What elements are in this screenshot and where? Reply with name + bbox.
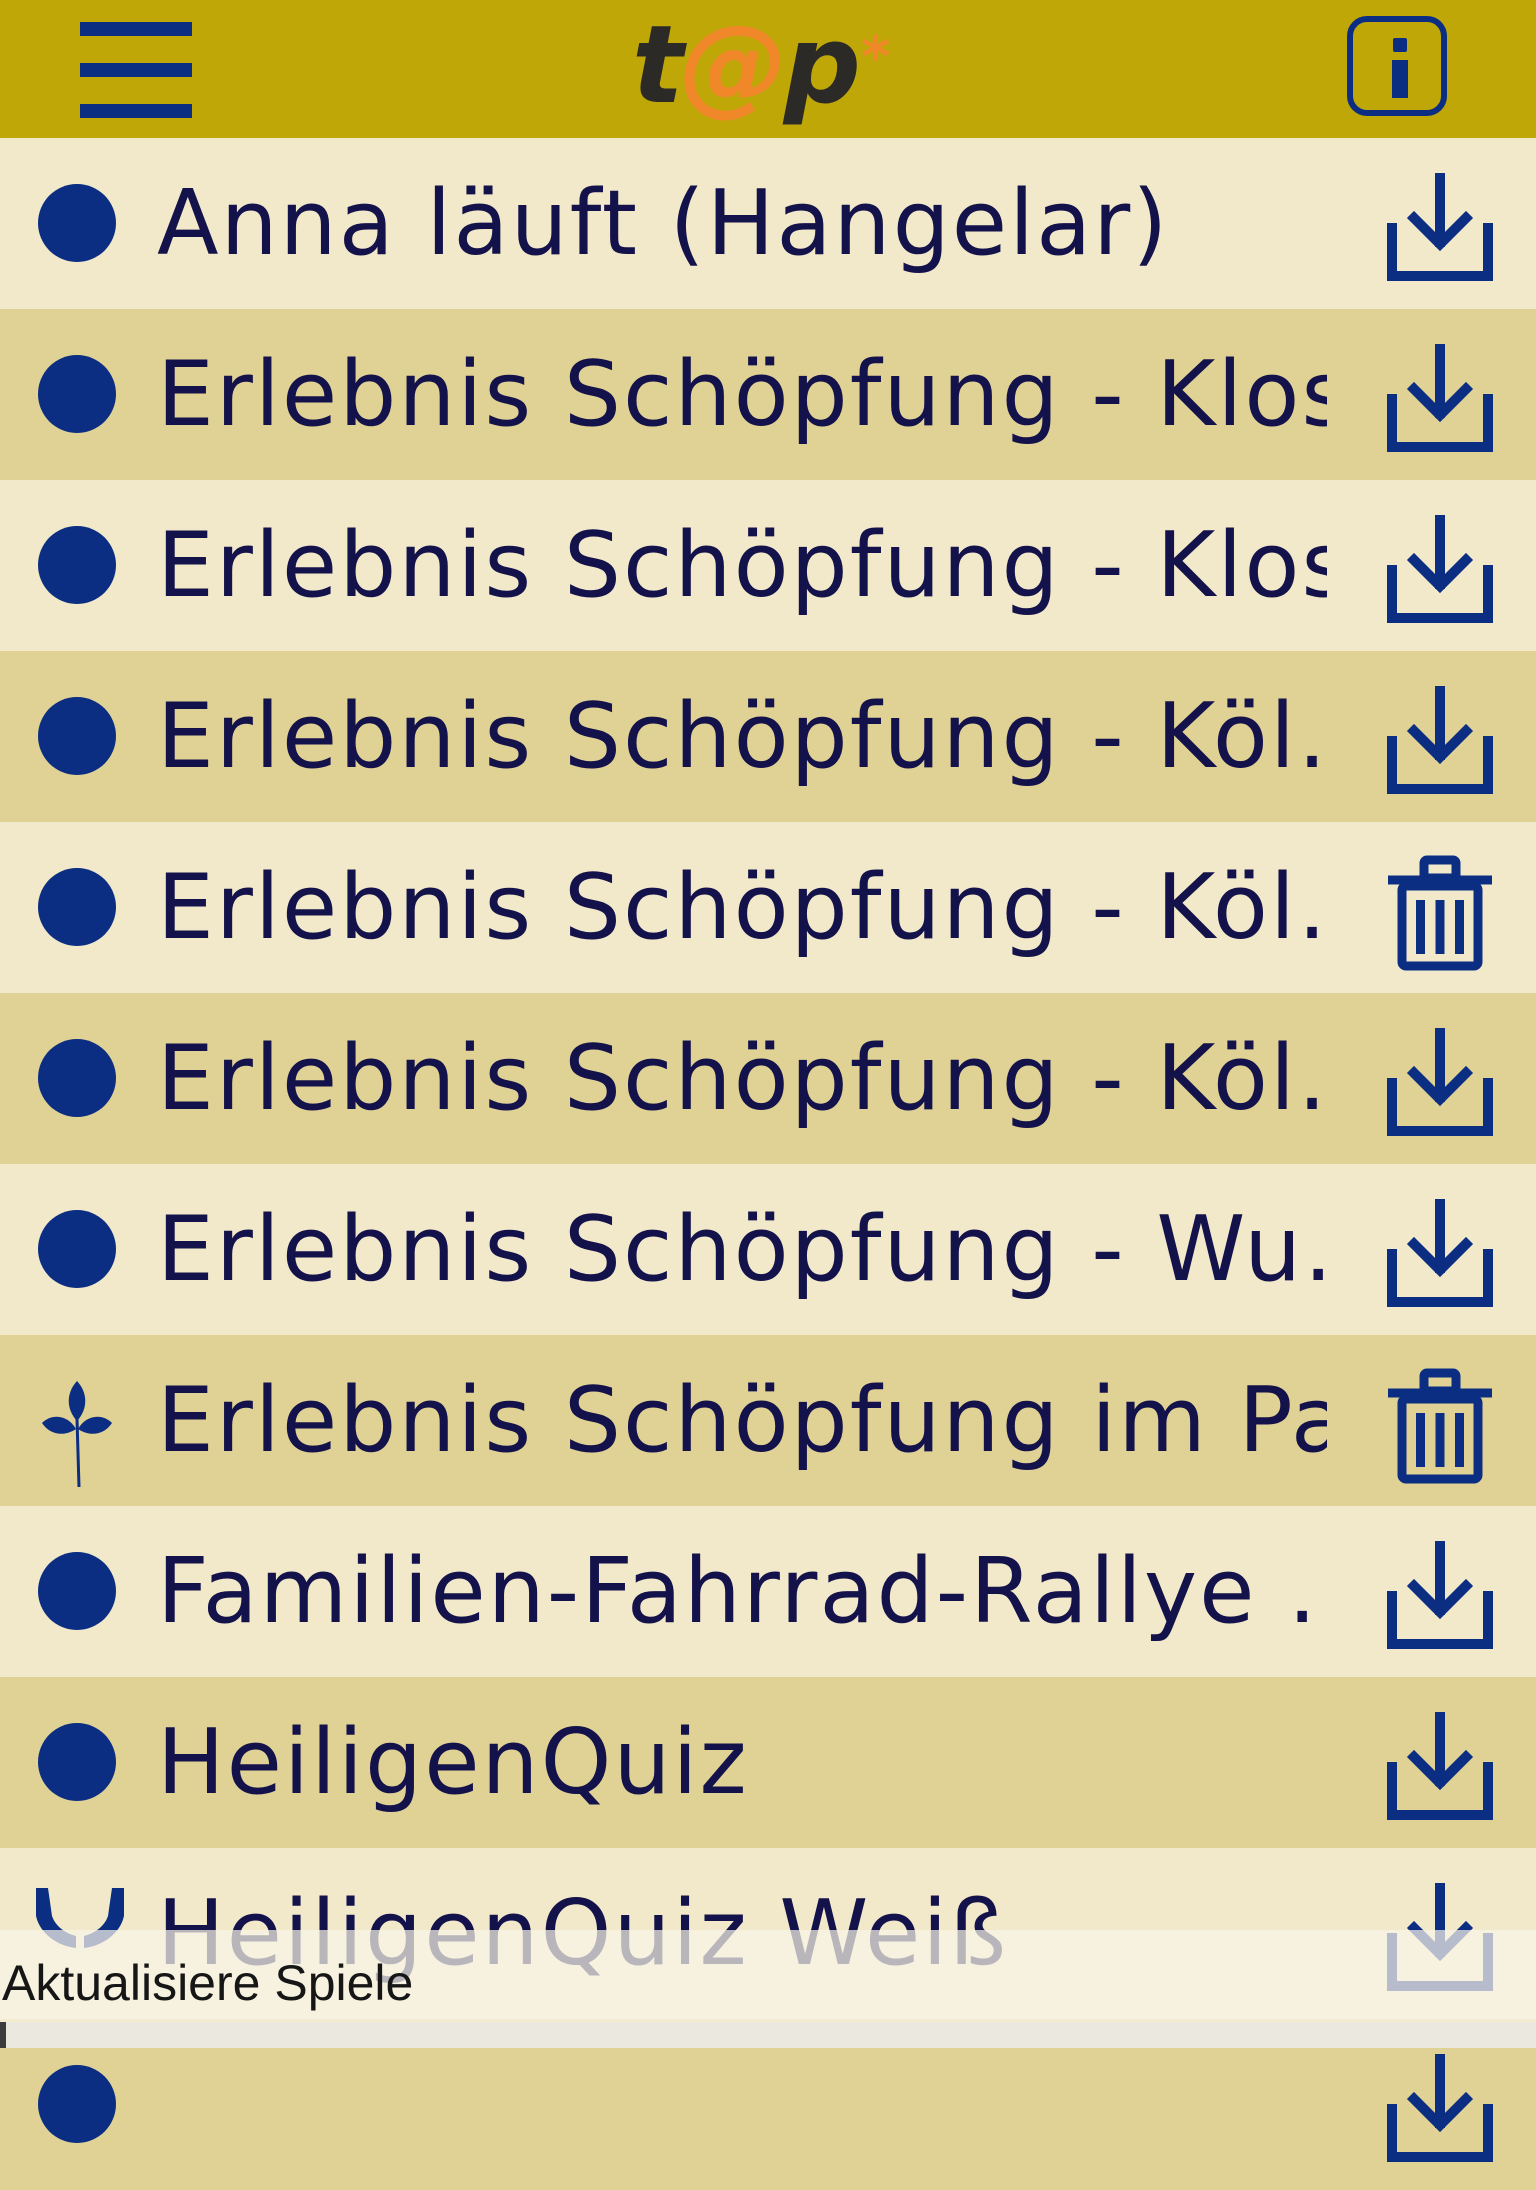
download-icon xyxy=(1380,1536,1500,1656)
progress-bar xyxy=(0,2022,1536,2048)
download-button[interactable] xyxy=(1380,168,1500,288)
circle-icon xyxy=(38,184,116,262)
circle-icon xyxy=(38,1210,116,1288)
list-item[interactable]: Erlebnis Schöpfung - Klos… xyxy=(0,309,1536,480)
delete-button[interactable] xyxy=(1380,1365,1500,1485)
game-title: Erlebnis Schöpfung - Köl… xyxy=(157,855,1327,960)
list-item[interactable]: Erlebnis Schöpfung - Köl… xyxy=(0,993,1536,1164)
trash-icon xyxy=(1380,852,1500,972)
game-title: Erlebnis Schöpfung - Köl… xyxy=(157,1026,1327,1131)
app-header: t@p* xyxy=(0,0,1536,138)
list-item[interactable]: Anna läuft (Hangelar) xyxy=(0,138,1536,309)
game-title: Erlebnis Schöpfung - Wu… xyxy=(157,1197,1327,1302)
status-text: Aktualisiere Spiele xyxy=(2,1955,414,2011)
list-item[interactable]: Erlebnis Schöpfung im Pa… xyxy=(0,1335,1536,1506)
game-list: Anna läuft (Hangelar) Erlebnis Schöpfung … xyxy=(0,138,1536,2190)
trash-icon xyxy=(1380,1365,1500,1485)
circle-icon xyxy=(38,868,116,946)
game-title: Familien-Fahrrad-Rallye … xyxy=(157,1539,1327,1644)
progress-fill xyxy=(0,2022,7,2048)
circle-icon xyxy=(38,1552,116,1630)
download-icon xyxy=(1380,510,1500,630)
download-icon xyxy=(1380,1194,1500,1314)
game-title: Erlebnis Schöpfung - Klos… xyxy=(157,513,1327,618)
game-title: Erlebnis Schöpfung im Pa… xyxy=(157,1368,1327,1473)
delete-button[interactable] xyxy=(1380,852,1500,972)
list-item[interactable]: HeiligenQuiz xyxy=(0,1677,1536,1848)
list-item[interactable]: Familien-Fahrrad-Rallye … xyxy=(0,1506,1536,1677)
game-title: Erlebnis Schöpfung - Köl… xyxy=(157,684,1327,789)
download-icon xyxy=(1380,168,1500,288)
download-button[interactable] xyxy=(1380,510,1500,630)
download-button[interactable] xyxy=(1380,1194,1500,1314)
circle-icon xyxy=(38,526,116,604)
app-logo: t@p* xyxy=(632,3,890,128)
download-icon xyxy=(1380,681,1500,801)
list-item[interactable]: Erlebnis Schöpfung - Köl… xyxy=(0,651,1536,822)
circle-icon xyxy=(38,697,116,775)
list-item[interactable]: Erlebnis Schöpfung - Köl… xyxy=(0,822,1536,993)
download-button[interactable] xyxy=(1380,2049,1500,2169)
download-button[interactable] xyxy=(1380,1023,1500,1143)
download-icon xyxy=(1380,2049,1500,2169)
download-icon xyxy=(1380,339,1500,459)
download-button[interactable] xyxy=(1380,1536,1500,1656)
list-item[interactable]: Erlebnis Schöpfung - Klos… xyxy=(0,480,1536,651)
circle-icon xyxy=(38,1039,116,1117)
circle-icon xyxy=(38,1723,116,1801)
list-item[interactable]: Erlebnis Schöpfung - Wu… xyxy=(0,1164,1536,1335)
hamburger-menu-icon[interactable] xyxy=(80,22,192,118)
game-title: HeiligenQuiz xyxy=(157,1710,749,1815)
download-icon xyxy=(1380,1023,1500,1143)
info-icon[interactable] xyxy=(1347,16,1447,116)
circle-icon xyxy=(38,2065,116,2143)
circle-icon xyxy=(38,355,116,433)
download-icon xyxy=(1380,1707,1500,1827)
download-button[interactable] xyxy=(1380,681,1500,801)
game-title: Anna läuft (Hangelar) xyxy=(157,171,1170,276)
download-button[interactable] xyxy=(1380,1707,1500,1827)
download-button[interactable] xyxy=(1380,339,1500,459)
game-title: Erlebnis Schöpfung - Klos… xyxy=(157,342,1327,447)
leaf-icon xyxy=(38,1381,116,1488)
